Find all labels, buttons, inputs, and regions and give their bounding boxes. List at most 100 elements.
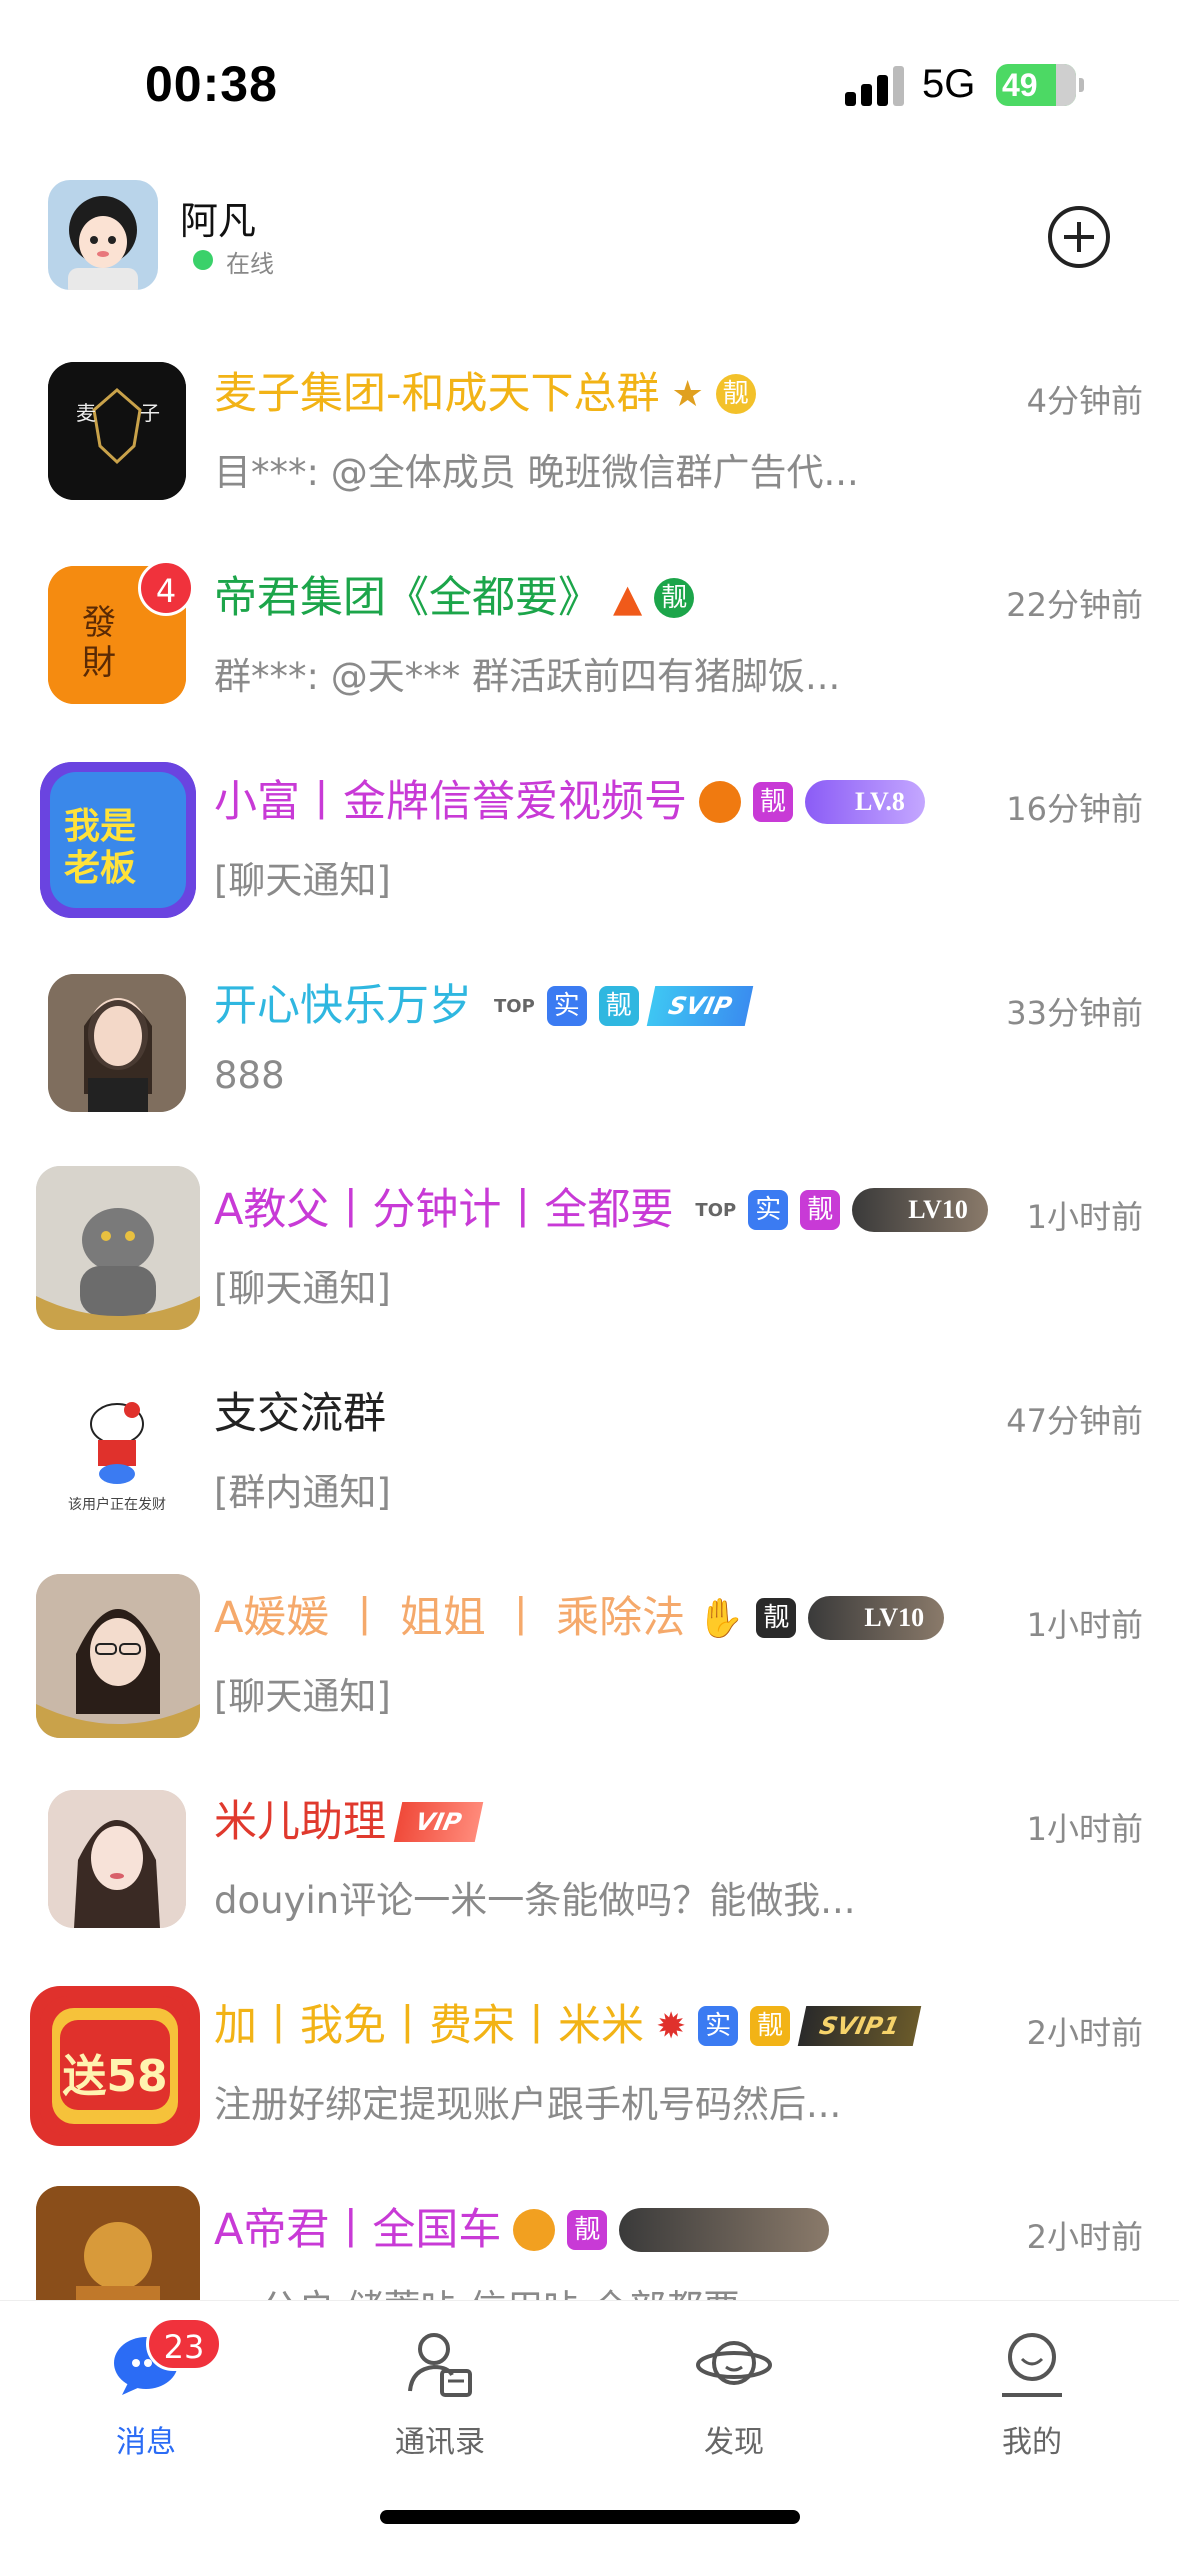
avatar: [36, 1166, 200, 1330]
tab-contacts[interactable]: 通讯录: [340, 2325, 540, 2485]
chat-preview: ▬ 公户 储蓄咔 信用咔 全部都要: [214, 2278, 740, 2300]
top-icon: TOP: [494, 995, 535, 1017]
pumpkin-icon: [699, 781, 741, 823]
chat-title-line: 帝君集团《全都要》 ▲ 靓: [214, 568, 695, 628]
chat-time: 4分钟前: [1026, 382, 1143, 420]
svg-text:我是: 我是: [64, 806, 136, 847]
top-icon: TOP: [695, 1199, 737, 1221]
chat-list: 麦 子 麦子集团-和成天下总群 ★ 靓 4分钟前 目***: @全体成员 晚班微…: [0, 340, 1179, 2300]
svg-text:財: 財: [82, 643, 116, 683]
chat-preview: 群***: @天*** 群活跃前四有猪脚饭...: [214, 655, 841, 698]
avatar[interactable]: [48, 180, 158, 290]
list-item[interactable]: 發 財 4 帝君集团《全都要》 ▲ 靓 22分钟前 群***: @天*** 群活…: [0, 544, 1179, 748]
liang-badge: 靓: [715, 374, 756, 414]
chat-name: A媛媛 丨 姐姐 丨 乘除法: [214, 1593, 686, 1643]
list-item[interactable]: A媛媛 丨 姐姐 丨 乘除法 ✋ 靓 LV10 1小时前 [聊天通知]: [0, 1564, 1179, 1768]
battery-icon: 49: [996, 64, 1076, 106]
liang-badge: 靓: [753, 782, 793, 822]
wave-hand-icon: ✋: [697, 1595, 745, 1640]
chat-time: 1小时前: [1026, 1606, 1143, 1644]
profile-header: 阿凡 在线: [0, 160, 1179, 320]
chat-preview: [聊天通知]: [214, 1267, 391, 1310]
add-button[interactable]: [1046, 204, 1112, 270]
vip-badge: VIP: [393, 1802, 484, 1842]
real-badge: 实: [748, 1190, 789, 1230]
chat-preview: [聊天通知]: [214, 859, 391, 902]
signal-icon: [845, 66, 907, 106]
lion-icon: [513, 2209, 556, 2251]
chat-title-line: 开心快乐万岁 TOP 实 靓 SVIP: [214, 976, 754, 1036]
unread-badge: 4: [138, 560, 194, 616]
chat-title-line: 加丨我免丨费宋丨米米 ✹ 实 靓 SVIP1: [214, 1996, 922, 2056]
list-item[interactable]: 我是 老板 小富丨金牌信誉爱视频号 靓 LV.8 16分钟前 [聊天通知]: [0, 748, 1179, 952]
chat-name: 米儿助理: [214, 1797, 386, 1847]
level-badge: LV10: [808, 1596, 945, 1640]
liang-badge: 靓: [567, 2210, 608, 2250]
tab-unread-badge: 23: [146, 2317, 222, 2371]
svg-text:老板: 老板: [64, 848, 136, 889]
chat-name: A教父丨分钟计丨全都要: [214, 1185, 674, 1235]
avatar: [48, 1790, 186, 1928]
liang-badge: 靓: [756, 1598, 797, 1638]
real-badge: 实: [546, 986, 587, 1026]
online-dot: [193, 250, 213, 270]
tab-discover[interactable]: 发现: [634, 2325, 834, 2485]
chat-time: 47分钟前: [1006, 1402, 1143, 1440]
avatar: [36, 1574, 200, 1738]
network-type: 5G: [922, 62, 976, 106]
chat-name: A帝君丨全国车: [214, 2205, 502, 2255]
chat-time: 2小时前: [1026, 2014, 1143, 2052]
chat-title-line: 支交流群: [214, 1384, 386, 1444]
battery-tip: [1079, 78, 1084, 92]
planet-icon: [696, 2341, 772, 2385]
chat-time: 1小时前: [1026, 1198, 1143, 1236]
chat-name: 小富丨金牌信誉爱视频号: [214, 777, 687, 827]
status-bar: 00:38 5G 49: [0, 0, 1179, 160]
svg-text:麦: 麦: [76, 401, 96, 425]
chat-time: 22分钟前: [1006, 586, 1143, 624]
list-item[interactable]: 麦 子 麦子集团-和成天下总群 ★ 靓 4分钟前 目***: @全体成员 晚班微…: [0, 340, 1179, 544]
status-time: 00:38: [145, 56, 278, 112]
party-popper-icon: ★: [671, 373, 704, 415]
svg-text:發: 發: [82, 603, 116, 643]
avatar: 该用户正在发财: [48, 1382, 186, 1520]
liang-badge: 靓: [800, 1190, 841, 1230]
liang-badge: 靓: [750, 2006, 791, 2046]
online-status: 在线: [226, 250, 274, 278]
list-item[interactable]: 送58 加丨我免丨费宋丨米米 ✹ 实 靓 SVIP1 2小时前 注册好绑定提现账…: [0, 1972, 1179, 2176]
chat-preview: 目***: @全体成员 晚班微信群广告代...: [214, 451, 859, 494]
chat-time: 33分钟前: [1006, 994, 1143, 1032]
list-item[interactable]: A教父丨分钟计丨全都要 TOP 实 靓 LV10 1小时前 [聊天通知]: [0, 1156, 1179, 1360]
profile-face-icon: [1002, 2333, 1062, 2397]
tab-me[interactable]: 我的: [932, 2325, 1132, 2485]
chat-title-line: 米儿助理 VIP: [214, 1792, 484, 1852]
chat-title-line: 小富丨金牌信誉爱视频号 靓 LV.8: [214, 772, 925, 832]
chat-time: 1小时前: [1026, 1810, 1143, 1848]
tab-messages[interactable]: 23 消息: [46, 2317, 246, 2485]
chat-title-line: A媛媛 丨 姐姐 丨 乘除法 ✋ 靓 LV10: [214, 1588, 945, 1648]
liang-badge: 靓: [598, 986, 639, 1026]
chat-time: 2小时前: [1026, 2218, 1143, 2256]
real-badge: 实: [698, 2006, 739, 2046]
plus-circle-icon: [1048, 206, 1110, 268]
avatar: 送58: [30, 1986, 200, 2146]
anger-icon: ✹: [656, 2005, 687, 2047]
chat-name: 开心快乐万岁: [214, 981, 472, 1031]
list-item[interactable]: 该用户正在发财 支交流群 47分钟前 [群内通知]: [0, 1360, 1179, 1564]
profile-name: 阿凡: [180, 199, 257, 243]
avatar: [48, 974, 186, 1112]
chat-name: 加丨我免丨费宋丨米米: [214, 2001, 644, 2051]
avatar: 麦 子: [48, 362, 186, 500]
list-item[interactable]: A帝君丨全国车 靓 2小时前 ▬ 公户 储蓄咔 信用咔 全部都要: [0, 2176, 1179, 2300]
chat-time: 16分钟前: [1006, 790, 1143, 828]
chat-title-line: A教父丨分钟计丨全都要 TOP 实 靓 LV10: [214, 1180, 988, 1240]
chat-preview: 注册好绑定提现账户跟手机号码然后...: [214, 2083, 842, 2126]
chat-preview: 888: [214, 1054, 285, 1097]
list-item[interactable]: 开心快乐万岁 TOP 实 靓 SVIP 33分钟前 888: [0, 952, 1179, 1156]
home-indicator[interactable]: [380, 2510, 800, 2524]
level-badge: LV.8: [805, 780, 925, 824]
chat-name: 帝君集团《全都要》: [214, 573, 601, 623]
rank-wings-icon: [619, 2208, 830, 2252]
list-item[interactable]: 米儿助理 VIP 1小时前 douyin评论一米一条能做吗？能做我...: [0, 1768, 1179, 1972]
liang-badge: 靓: [654, 578, 695, 618]
